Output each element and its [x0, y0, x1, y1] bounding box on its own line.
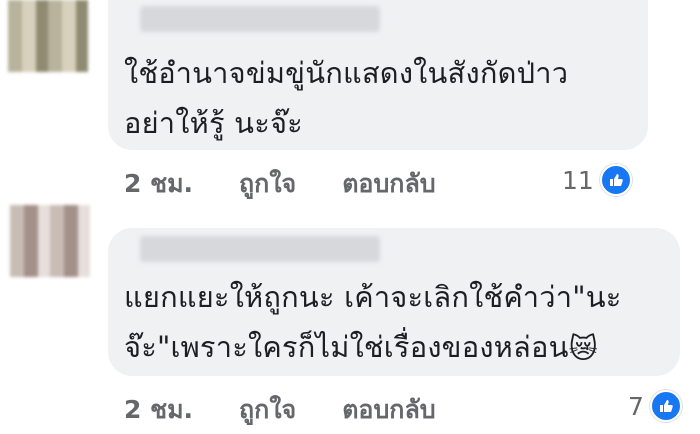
- thumbs-up-icon: [649, 390, 682, 422]
- reply-button[interactable]: ตอบกลับ: [342, 164, 435, 204]
- crying-cat-emoji-icon: 😿: [568, 332, 598, 365]
- comment-actions: 2 ชม. ถูกใจ ตอบกลับ: [124, 390, 436, 430]
- comment-text: แยกแยะให้ถูกนะ เค้าจะเลิกใช้คำว่า"นะ จ๊ะ…: [124, 272, 622, 374]
- like-button[interactable]: ถูกใจ: [239, 164, 296, 204]
- reaction-summary[interactable]: 11: [562, 164, 632, 196]
- commenter-name-blurred[interactable]: [140, 6, 380, 32]
- reaction-count: 11: [562, 165, 594, 195]
- comment-timestamp[interactable]: 2 ชม.: [124, 164, 193, 204]
- commenter-avatar[interactable]: [8, 0, 88, 72]
- like-button[interactable]: ถูกใจ: [239, 390, 296, 430]
- thumbs-up-icon: [599, 164, 632, 196]
- comment-text-line: จ๊ะ"เพราะใครก็ไม่ใช่เรื่องของหล่อน😿: [124, 322, 622, 374]
- commenter-avatar[interactable]: [10, 205, 90, 277]
- comment-timestamp[interactable]: 2 ชม.: [124, 390, 193, 430]
- comment-text-line: แยกแยะให้ถูกนะ เค้าจะเลิกใช้คำว่า"นะ: [124, 280, 622, 314]
- reaction-count: 7: [628, 391, 644, 421]
- comment-actions: 2 ชม. ถูกใจ ตอบกลับ: [124, 164, 436, 204]
- comment-text: ใช้อำนาจข่มขู่นักแสดงในสังกัดป่าว อย่าให…: [124, 48, 568, 148]
- comment-text-segment: จ๊ะ"เพราะใครก็ไม่ใช่เรื่องของหล่อน: [124, 330, 569, 364]
- comment-text-line: อย่าให้รู้ นะจ๊ะ: [124, 106, 303, 140]
- reaction-summary[interactable]: 7: [628, 390, 682, 422]
- reply-button[interactable]: ตอบกลับ: [342, 390, 435, 430]
- commenter-name-blurred[interactable]: [140, 236, 380, 262]
- comment-text-line: ใช้อำนาจข่มขู่นักแสดงในสังกัดป่าว: [124, 56, 569, 90]
